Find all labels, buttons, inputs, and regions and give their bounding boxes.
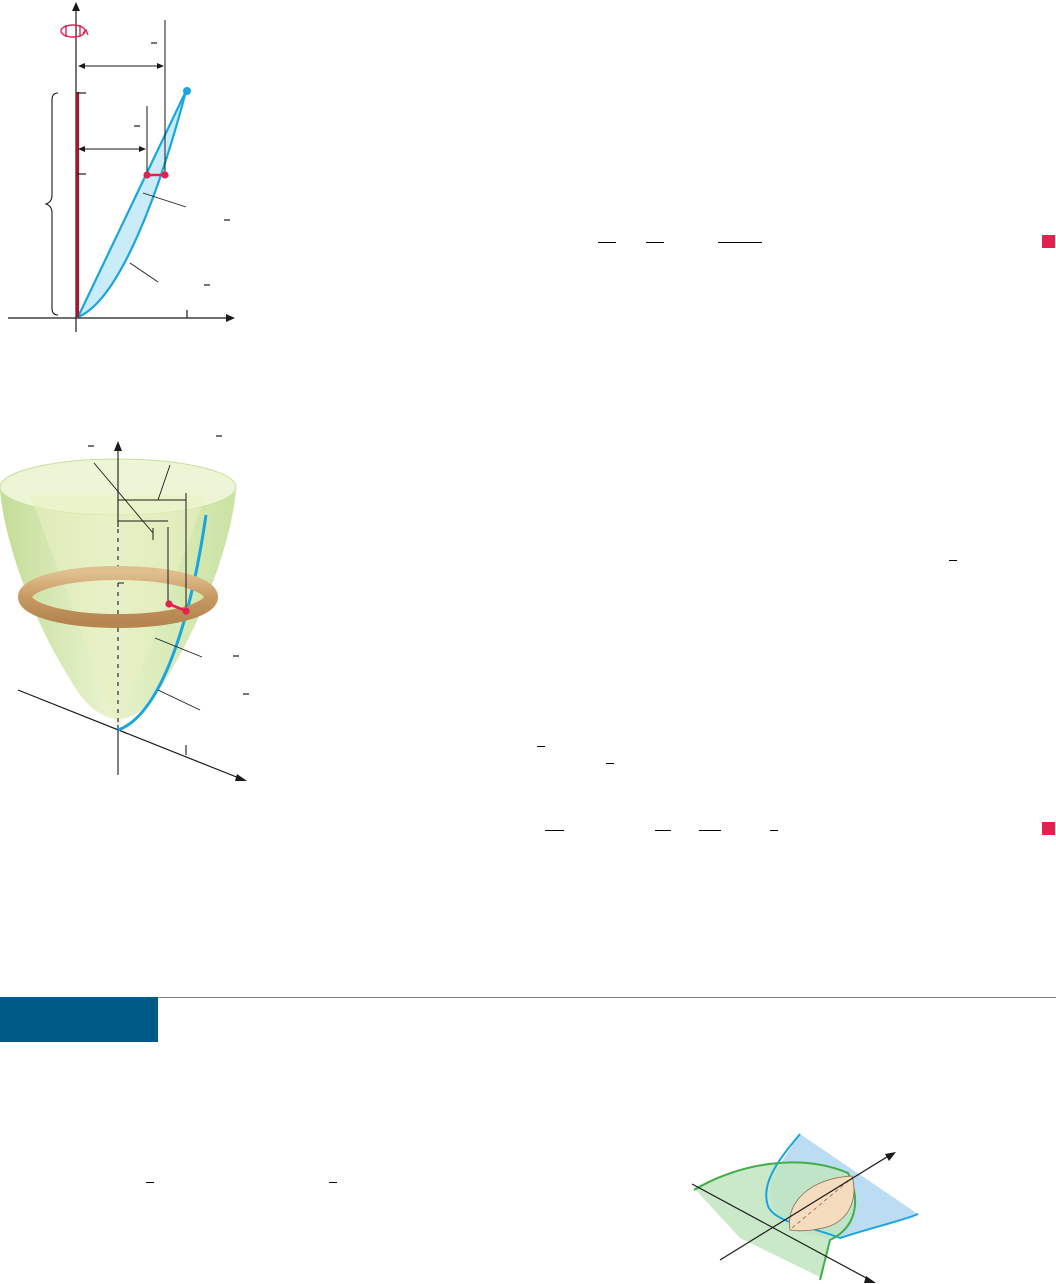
fraction-bar	[718, 242, 762, 244]
y-axis-arrow-icon	[72, 2, 80, 11]
x-axis-arrow-icon	[226, 314, 235, 322]
leader-line	[157, 689, 201, 711]
section-rule	[158, 997, 1056, 998]
arrowhead-icon	[139, 146, 146, 152]
figure-solid-between-planes	[691, 1133, 919, 1283]
fraction-bar	[545, 830, 564, 832]
endpoint-dot	[183, 87, 191, 95]
axis-one-arrow-icon	[864, 1276, 876, 1283]
figure-region-revolved-about-y-axis	[8, 2, 235, 332]
end-of-example-square-icon	[1042, 235, 1055, 248]
washer-inner-dot	[165, 600, 173, 608]
fraction-bar	[598, 242, 616, 244]
arrowhead-icon	[157, 63, 164, 69]
line-curve	[77, 90, 187, 318]
fraction-bar	[646, 242, 664, 244]
figure-solid-of-revolution	[0, 435, 249, 781]
fraction-bar	[770, 830, 778, 832]
arrowhead-icon	[78, 63, 85, 69]
fraction-bar	[329, 1182, 337, 1184]
washer-outer-dot	[161, 171, 169, 179]
y-axis-arrow-icon	[114, 441, 122, 451]
fraction-bar	[606, 763, 614, 765]
axis-two-arrow-icon	[885, 1152, 896, 1161]
interval-brace	[44, 92, 59, 316]
leader-line-lower	[129, 262, 159, 283]
x-axis-arrow-icon	[235, 774, 247, 781]
fraction-bar	[655, 830, 671, 832]
end-of-example-square-icon	[1042, 822, 1055, 835]
washer-inner-dot	[143, 171, 151, 179]
fraction-bar	[699, 830, 721, 832]
section-number-tab	[0, 997, 158, 1042]
rotation-arrow-icon	[60, 24, 89, 38]
fraction-bar	[146, 1182, 154, 1184]
fraction-bar	[537, 746, 545, 748]
washer-outer-dot	[182, 607, 190, 615]
fraction-bar	[949, 560, 957, 562]
